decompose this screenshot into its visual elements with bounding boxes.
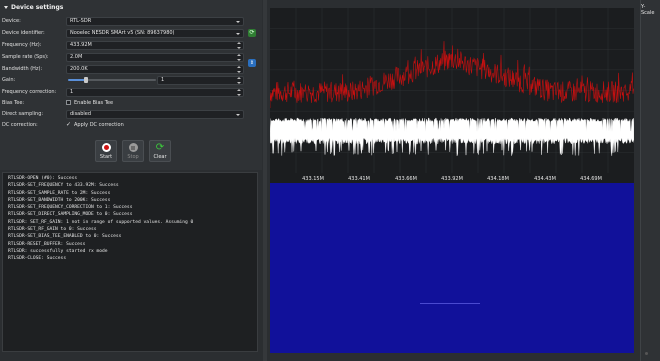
frequency-spinner[interactable] — [237, 41, 242, 49]
section-title: Device settings — [11, 4, 64, 11]
bandwidth-label: Bandwidth (Hz): — [2, 66, 43, 72]
log-line: RTLSDR-SET_BIAS_TEE_ENABLED to 0: Succes… — [8, 234, 122, 240]
stop-button-label: Stop — [127, 154, 139, 160]
log-line: RTLSDR-SET_DIRECT_SAMPLING_MODE to 0: Su… — [8, 212, 133, 218]
frequency-value: 433.92M — [70, 42, 92, 48]
app-window: Device settings Device: RTL-SDR Device i… — [0, 0, 660, 361]
gain-label: Gain: — [2, 77, 16, 83]
freq-correction-label: Frequency correction: — [2, 89, 57, 95]
direct-sampling-label: Direct sampling: — [2, 111, 44, 117]
clear-button-label: Clear — [153, 154, 167, 160]
bias-tee-checkbox-label[interactable]: Enable Bias Tee — [74, 100, 113, 106]
gain-slider-track[interactable] — [86, 79, 156, 81]
waterfall-display[interactable] — [270, 183, 634, 353]
gain-input[interactable]: 1 — [157, 75, 244, 85]
collapse-triangle-icon[interactable] — [4, 6, 8, 9]
refresh-devices-button[interactable]: ⟳ — [248, 29, 256, 37]
log-output[interactable]: RTLSDR-OPEN (#0): Success RTLSDR-SET_FRE… — [2, 172, 258, 352]
log-line: RTLSDR: SET_RF_GAIN: 1 not in range of s… — [8, 219, 194, 225]
spin-down-icon[interactable] — [237, 46, 241, 49]
sample-rate-input[interactable]: 2.0M — [66, 52, 244, 62]
link-sample-rate-bandwidth-button[interactable]: ⇕ — [248, 59, 256, 67]
spin-down-icon[interactable] — [237, 93, 241, 96]
freq-tick-label: 433.15M — [302, 176, 324, 182]
gain-slider-handle[interactable] — [84, 77, 88, 83]
device-settings-header[interactable]: Device settings — [4, 4, 63, 11]
dc-correction-checkbox-label[interactable]: Apply DC correction — [74, 122, 124, 128]
freq-tick-label: 433.41M — [348, 176, 370, 182]
direct-sampling-value: disabled — [70, 111, 92, 117]
record-icon — [101, 143, 111, 152]
identifier-select-value: Nooelec NESDR SMArt v5 (SN: 89637980) — [70, 30, 175, 36]
spin-down-icon[interactable] — [237, 70, 241, 73]
right-scale-panel[interactable]: Y-Scale — [640, 0, 660, 361]
yscale-label: Y-Scale — [641, 4, 655, 16]
log-line: RTLSDR-CLOSE: Success — [8, 256, 67, 262]
spin-down-icon[interactable] — [237, 58, 241, 61]
dc-correction-checkmark-icon[interactable]: ✓ — [66, 122, 71, 128]
device-select-value: RTL-SDR — [70, 18, 92, 24]
device-settings-panel: Device settings Device: RTL-SDR Device i… — [0, 0, 262, 170]
identifier-select[interactable]: Nooelec NESDR SMArt v5 (SN: 89637980) — [66, 28, 244, 38]
clear-refresh-icon: ⟳ — [155, 142, 165, 153]
start-button[interactable]: Start — [95, 140, 117, 162]
device-select[interactable]: RTL-SDR — [66, 16, 244, 26]
log-line: RTLSDR-RESET_BUFFER: Success — [8, 241, 86, 247]
sample-rate-value: 2.0M — [70, 54, 83, 60]
dc-correction-label: DC correction: — [2, 122, 38, 128]
freq-correction-spinner[interactable] — [237, 88, 242, 96]
spin-up-icon[interactable] — [237, 76, 241, 79]
identifier-label: Device identifier: — [2, 30, 45, 36]
resize-grip-icon[interactable] — [645, 352, 648, 355]
stop-button[interactable]: Stop — [122, 140, 144, 162]
frequency-label: Frequency (Hz): — [2, 42, 42, 48]
device-label: Device: — [2, 18, 21, 24]
log-line: RTLSDR-SET_FREQUENCY to 433.92M: Success — [8, 183, 119, 189]
freq-tick-label: 433.92M — [441, 176, 463, 182]
spin-up-icon[interactable] — [237, 65, 241, 68]
clear-button[interactable]: ⟳ Clear — [149, 140, 171, 162]
spin-up-icon[interactable] — [237, 41, 241, 44]
spectrum-plot[interactable]: 433.15M 433.41M 433.66M 433.92M 434.18M … — [270, 8, 634, 184]
freq-tick-label: 434.18M — [487, 176, 509, 182]
freq-tick-label: 434.69M — [580, 176, 602, 182]
start-button-label: Start — [99, 154, 113, 160]
spin-up-icon[interactable] — [237, 53, 241, 56]
freq-tick-label: 433.66M — [395, 176, 417, 182]
bias-tee-label: Bias Tee: — [2, 100, 25, 106]
sample-rate-label: Sample rate (Sps): — [2, 54, 49, 60]
direct-sampling-select[interactable]: disabled — [66, 109, 244, 119]
gain-value: 1 — [161, 77, 165, 83]
stop-icon — [128, 143, 138, 152]
panel-splitter[interactable] — [263, 0, 267, 361]
bias-tee-checkbox[interactable] — [66, 100, 71, 105]
log-line: RTLSDR-SET_SAMPLE_RATE to 2M: Success — [8, 190, 111, 196]
waterfall-signal-trace — [420, 303, 480, 304]
spin-up-icon[interactable] — [237, 88, 241, 91]
spin-down-icon[interactable] — [237, 81, 241, 84]
bandwidth-value: 200.0K — [70, 66, 88, 72]
sample-rate-spinner[interactable] — [237, 53, 242, 61]
freq-correction-value: 1 — [70, 89, 74, 95]
gain-spinner[interactable] — [237, 76, 242, 84]
freq-correction-input[interactable]: 1 — [66, 87, 244, 97]
freq-tick-label: 434.43M — [534, 176, 556, 182]
bandwidth-spinner[interactable] — [237, 65, 242, 73]
bandwidth-input[interactable]: 200.0K — [66, 64, 244, 74]
frequency-input[interactable]: 433.92M — [66, 40, 244, 50]
